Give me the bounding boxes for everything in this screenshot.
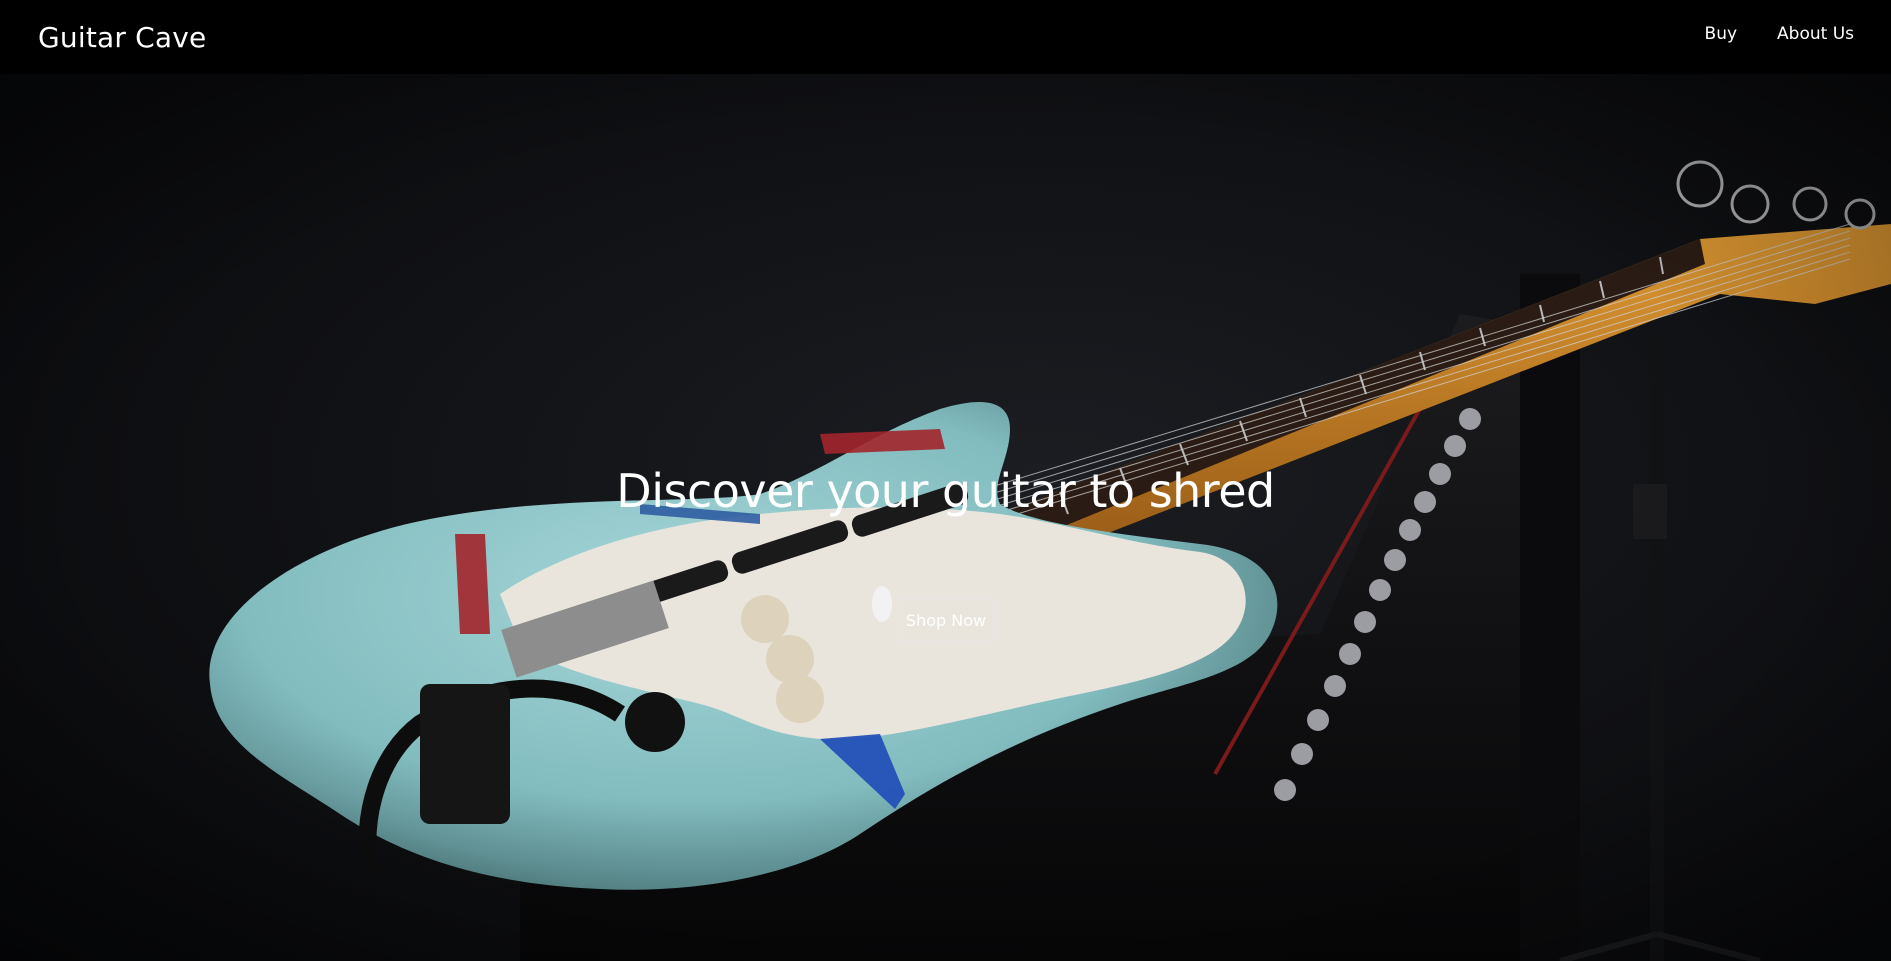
shop-now-button[interactable]: Shop Now (897, 598, 995, 642)
hero-title: Discover your guitar to shred (616, 464, 1275, 518)
hero-content: Discover your guitar to shred Shop Now (0, 74, 1891, 961)
nav-links: Buy About Us (1705, 24, 1854, 44)
hero-section: Discover your guitar to shred Shop Now (0, 74, 1891, 961)
nav-link-buy[interactable]: Buy (1705, 24, 1738, 44)
top-navbar: Guitar Cave Buy About Us (0, 0, 1891, 74)
nav-link-about-us[interactable]: About Us (1777, 24, 1854, 44)
brand-logo[interactable]: Guitar Cave (38, 21, 206, 54)
